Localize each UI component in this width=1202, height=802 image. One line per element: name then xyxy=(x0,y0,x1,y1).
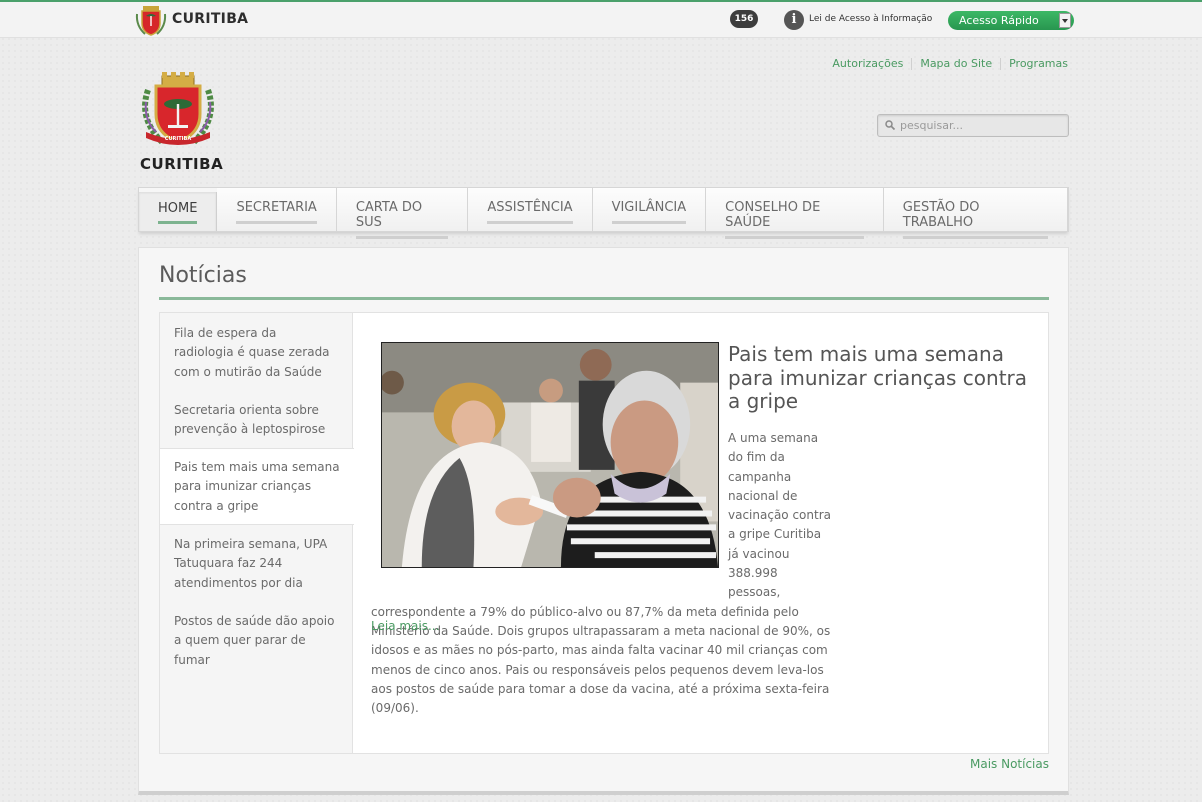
chevron-down-icon[interactable] xyxy=(1059,13,1071,28)
utility-links: Autorizações Mapa do Site Programas xyxy=(832,57,1068,70)
quick-access-dropdown[interactable]: Acesso Rápido xyxy=(948,11,1074,30)
news-panel: Notícias Fila de espera da radiologia é … xyxy=(138,247,1069,795)
nav-home[interactable]: HOME xyxy=(139,192,218,231)
nav-vigilancia-label: VIGILÂNCIA xyxy=(611,200,687,224)
nav-gestao-do-trabalho-label: GESTÃO DO TRABALHO xyxy=(902,200,1048,239)
more-news-link[interactable]: Mais Notícias xyxy=(970,757,1049,771)
feature-news-title[interactable]: Pais tem mais uma semana para imunizar c… xyxy=(728,342,1038,414)
nav-carta-do-sus-label: CARTA DO SUS xyxy=(355,200,449,239)
news-list-item[interactable]: Secretaria orienta sobre prevenção à lep… xyxy=(160,401,353,440)
curitiba-coat-of-arms-icon[interactable] xyxy=(134,4,168,38)
divider xyxy=(911,58,913,70)
phone-156-badge[interactable]: 156 xyxy=(730,10,758,28)
nav-gestao-do-trabalho[interactable]: GESTÃO DO TRABALHO xyxy=(883,188,1068,239)
brand-name[interactable]: CURITIBA xyxy=(140,155,223,173)
nav-assistencia-label: ASSISTÊNCIA xyxy=(487,200,573,224)
section-divider xyxy=(159,297,1049,300)
news-list-item-active[interactable]: Pais tem mais uma semana para imunizar c… xyxy=(160,448,354,526)
search-icon xyxy=(885,120,895,130)
programs-link[interactable]: Programas xyxy=(1009,57,1068,70)
read-more-link[interactable]: Leia mais... xyxy=(371,619,439,633)
news-list-item[interactable]: Na primeira semana, UPA Tatuquara faz 24… xyxy=(160,535,353,593)
svg-text:CURITIBA: CURITIBA xyxy=(165,136,192,142)
section-title: Notícias xyxy=(159,263,247,288)
access-to-information-link[interactable]: Lei de Acesso à Informação xyxy=(809,14,932,24)
nav-conselho-de-saude[interactable]: CONSELHO DE SAÚDE xyxy=(706,188,884,239)
nav-home-label: HOME xyxy=(158,201,198,224)
news-list-item[interactable]: Postos de saúde dão apoio a quem quer pa… xyxy=(160,612,353,670)
image-spacer xyxy=(371,429,728,584)
nav-assistencia[interactable]: ASSISTÊNCIA xyxy=(468,188,593,231)
news-list: Fila de espera da radiologia é quase zer… xyxy=(160,313,354,753)
top-bar: CURITIBA 156 i Lei de Acesso à Informaçã… xyxy=(0,0,1202,38)
quick-access-label: Acesso Rápido xyxy=(959,14,1039,27)
search-input[interactable] xyxy=(900,117,1060,134)
nav-vigilancia[interactable]: VIGILÂNCIA xyxy=(592,188,707,231)
nav-secretaria[interactable]: SECRETARIA xyxy=(217,188,337,231)
curitiba-coat-of-arms-logo[interactable]: CURITIBA xyxy=(138,72,218,152)
news-list-item[interactable]: Fila de espera da radiologia é quase zer… xyxy=(160,324,353,382)
search-box[interactable] xyxy=(877,114,1069,137)
divider xyxy=(1000,58,1002,70)
sitemap-link[interactable]: Mapa do Site xyxy=(920,57,992,70)
main-nav: HOME SECRETARIA CARTA DO SUS ASSISTÊNCIA… xyxy=(138,187,1069,239)
nav-carta-do-sus[interactable]: CARTA DO SUS xyxy=(336,188,469,239)
feature-news-body: A uma semana do fim da campanha nacional… xyxy=(371,429,831,718)
nav-conselho-de-saude-label: CONSELHO DE SAÚDE xyxy=(725,200,864,239)
authorizations-link[interactable]: Autorizações xyxy=(832,57,903,70)
nav-secretaria-label: SECRETARIA xyxy=(236,200,317,224)
top-brand-name[interactable]: CURITIBA xyxy=(172,11,248,27)
news-box: Fila de espera da radiologia é quase zer… xyxy=(159,312,1049,754)
info-icon[interactable]: i xyxy=(784,10,804,30)
